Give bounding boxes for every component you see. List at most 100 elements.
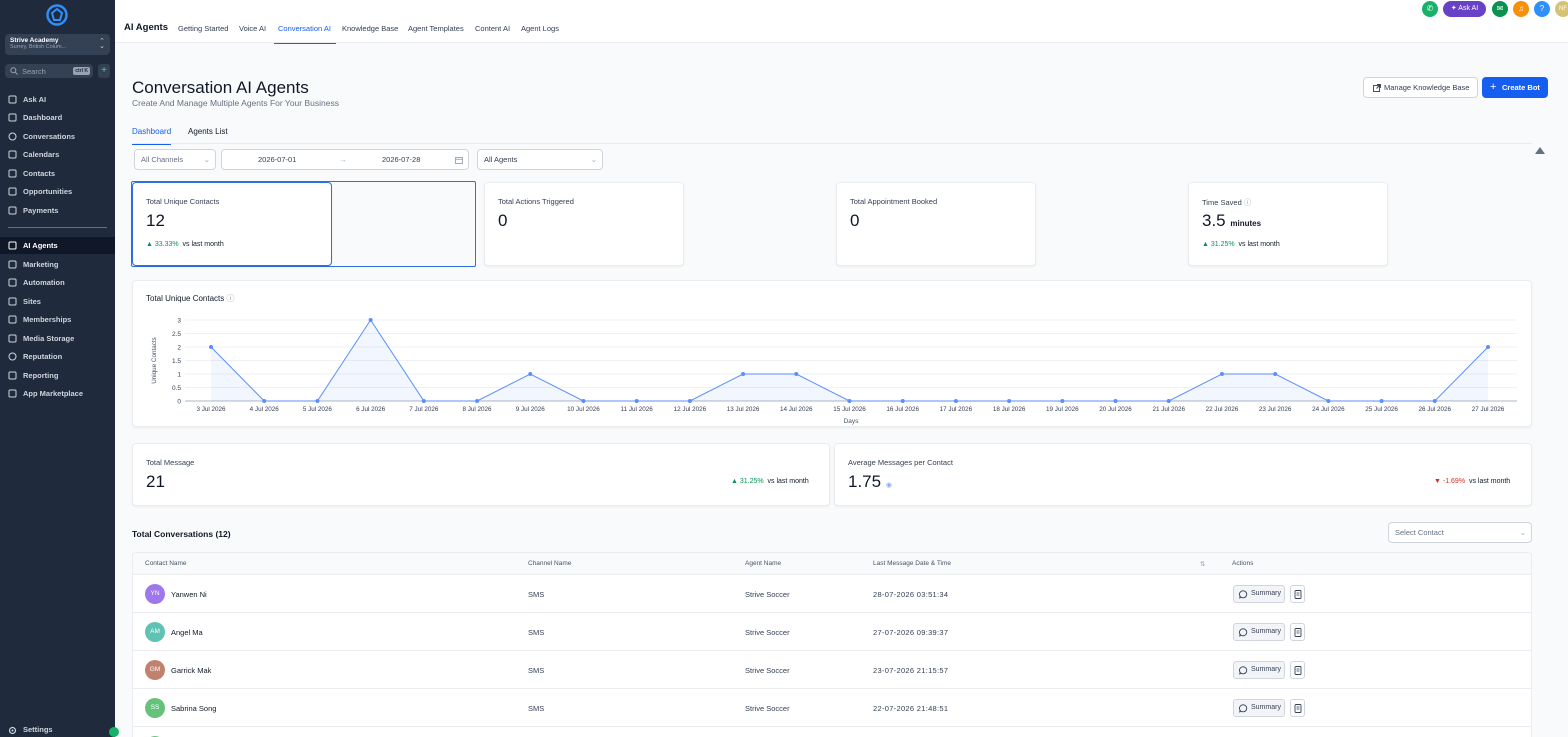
metric-value-number: 1.75 — [848, 472, 882, 491]
tab-conversation-ai[interactable]: Conversation AI — [274, 24, 336, 44]
tab-agent-logs[interactable]: Agent Logs — [521, 24, 559, 43]
sidebar-item-reporting[interactable]: Reporting — [0, 367, 115, 384]
stat-card-actions-triggered[interactable]: Total Actions Triggered 0 — [484, 182, 684, 266]
megaphone-icon[interactable]: ✉ — [1492, 1, 1508, 17]
bell-icon[interactable]: ♫ — [1513, 1, 1529, 17]
quick-add-button[interactable]: + — [98, 64, 110, 78]
x-tick-label: 27 Jul 2026 — [1472, 406, 1505, 413]
col-channel-name[interactable]: Channel Name — [528, 560, 571, 567]
sidebar-item-reputation[interactable]: Reputation — [0, 348, 115, 365]
summary-button[interactable]: Summary — [1233, 661, 1285, 679]
info-icon[interactable]: ⓘ — [1244, 198, 1252, 207]
collapse-toggle-icon[interactable] — [1535, 147, 1545, 154]
summary-button[interactable]: Summary — [1233, 585, 1285, 603]
subtab-agents-list[interactable]: Agents List — [188, 127, 228, 143]
sidebar-item-automation[interactable]: Automation — [0, 274, 115, 291]
tab-content-ai[interactable]: Content AI — [475, 24, 510, 43]
select-contact-dropdown[interactable]: Select Contact ⌄ — [1388, 522, 1532, 543]
tab-voice-ai[interactable]: Voice AI — [239, 24, 266, 43]
col-contact-name[interactable]: Contact Name — [145, 560, 187, 567]
sidebar-item-app-marketplace[interactable]: App Marketplace — [0, 385, 115, 402]
data-point — [1166, 399, 1171, 403]
data-point — [315, 399, 320, 403]
metric-label: Average Messages per Contact — [848, 458, 953, 467]
x-tick-label: 8 Jul 2026 — [463, 406, 493, 413]
data-point — [209, 345, 213, 349]
sidebar-item-memberships[interactable]: Memberships — [0, 311, 115, 328]
tab-agent-templates[interactable]: Agent Templates — [408, 24, 464, 43]
contact-name[interactable]: Angel Ma — [171, 628, 203, 637]
sidebar-item-sites[interactable]: Sites — [0, 293, 115, 310]
view-transcript-button[interactable] — [1290, 699, 1305, 717]
view-transcript-button[interactable] — [1290, 661, 1305, 679]
x-tick-label: 3 Jul 2026 — [196, 406, 226, 413]
tab-knowledge-base[interactable]: Knowledge Base — [342, 24, 398, 43]
user-avatar[interactable]: NF — [1555, 1, 1568, 17]
view-transcript-button[interactable] — [1290, 623, 1305, 641]
stat-label: Time Saved ⓘ — [1202, 197, 1251, 208]
create-bot-button[interactable]: + Create Bot — [1482, 77, 1548, 98]
sidebar-item-marketing[interactable]: Marketing — [0, 256, 115, 273]
account-switcher[interactable]: Strive Academy Surrey, British Colum... … — [5, 34, 110, 55]
sidebar-item-media-storage[interactable]: Media Storage — [0, 330, 115, 347]
phone-icon[interactable]: ✆ — [1422, 1, 1438, 17]
stat-change-suffix: vs last month — [1238, 241, 1280, 248]
sidebar-item-ai-agents[interactable]: AI Agents — [0, 237, 115, 254]
table-row[interactable]: GM Garrick Mak SMS Strive Soccer 23-07-2026 … — [133, 651, 1531, 689]
manage-knowledge-base-button[interactable]: Manage Knowledge Base — [1363, 77, 1478, 98]
x-tick-label: 26 Jul 2026 — [1419, 406, 1452, 413]
table-row[interactable]: YN Yanwen Ni SMS Strive Soccer 28-07-2026 03… — [133, 575, 1531, 613]
search-input[interactable]: Search ctrl K — [5, 64, 93, 78]
ask-ai-button[interactable]: ✦ Ask AI — [1443, 1, 1486, 17]
last-message-time: 22-07-2026 21:48:51 — [873, 704, 949, 713]
summary-button[interactable]: Summary — [1233, 699, 1285, 717]
data-point — [528, 372, 533, 376]
col-last-message[interactable]: Last Message Date & Time — [873, 560, 951, 567]
calendar-icon — [455, 157, 463, 164]
contact-name[interactable]: Garrick Mak — [171, 666, 211, 675]
avatar-initials: SS — [150, 704, 160, 711]
stat-card-unique-contacts[interactable]: Total Unique Contacts 12 ▲ 33.33% vs las… — [132, 182, 332, 266]
view-transcript-button[interactable] — [1290, 585, 1305, 603]
info-icon[interactable]: ◉ — [886, 482, 892, 489]
automation-icon — [8, 278, 17, 287]
col-agent-name[interactable]: Agent Name — [745, 560, 781, 567]
sidebar-item-calendars[interactable]: Calendars — [0, 146, 115, 163]
stat-card-appointments-booked[interactable]: Total Appointment Booked 0 — [836, 182, 1036, 266]
chevron-down-icon: ⌄ — [1519, 528, 1526, 537]
stat-value: 0 — [850, 211, 860, 230]
data-point — [1486, 345, 1490, 349]
tab-getting-started[interactable]: Getting Started — [178, 24, 228, 43]
contact-name[interactable]: Sabrina Song — [171, 704, 216, 713]
agents-select[interactable]: All Agents ⌄ — [477, 149, 603, 170]
sidebar-item-label: Marketing — [23, 260, 59, 269]
data-point — [581, 399, 586, 403]
search-placeholder: Search — [22, 67, 46, 76]
contact-name[interactable]: Yanwen Ni — [171, 590, 207, 599]
help-icon[interactable]: ? — [1534, 1, 1550, 17]
summary-label: Summary — [1251, 704, 1281, 711]
stat-card-time-saved[interactable]: Time Saved ⓘ 3.5 minutes ▲ 31.25% vs las… — [1188, 182, 1388, 266]
app-logo-icon[interactable] — [46, 4, 68, 26]
x-tick-label: 22 Jul 2026 — [1206, 406, 1239, 413]
sidebar-item-label: Media Storage — [23, 334, 75, 343]
stat-label: Total Actions Triggered — [498, 197, 574, 206]
sidebar-item-settings[interactable]: Settings — [0, 722, 119, 737]
date-range-picker[interactable]: 2026-07-01 → 2026-07-28 — [221, 149, 469, 170]
x-tick-label: 24 Jul 2026 — [1312, 406, 1345, 413]
sidebar-item-opportunities[interactable]: Opportunities — [0, 183, 115, 200]
table-row[interactable]: AM Angel Ma SMS Strive Soccer 27-07-2026 09:… — [133, 613, 1531, 651]
channels-select[interactable]: All Channels ⌄ — [134, 149, 216, 170]
sidebar-item-contacts[interactable]: Contacts — [0, 165, 115, 182]
sidebar-item-dashboard[interactable]: Dashboard — [0, 109, 115, 126]
table-row[interactable]: SS Sabrina Song SMS Strive Soccer 22-07-2026… — [133, 689, 1531, 727]
summary-button[interactable]: Summary — [1233, 623, 1285, 641]
stat-label: Total Appointment Booked — [850, 197, 938, 206]
sidebar-item-ask-ai[interactable]: Ask AI — [0, 91, 115, 108]
sidebar-item-payments[interactable]: Payments — [0, 202, 115, 219]
sidebar-item-conversations[interactable]: Conversations — [0, 128, 115, 145]
metric-value: 1.75 ◉ — [848, 472, 892, 492]
metric-change-value: 31.25% — [739, 478, 764, 485]
sort-icon[interactable]: ⇅ — [1200, 560, 1205, 568]
table-row[interactable] — [133, 727, 1531, 737]
